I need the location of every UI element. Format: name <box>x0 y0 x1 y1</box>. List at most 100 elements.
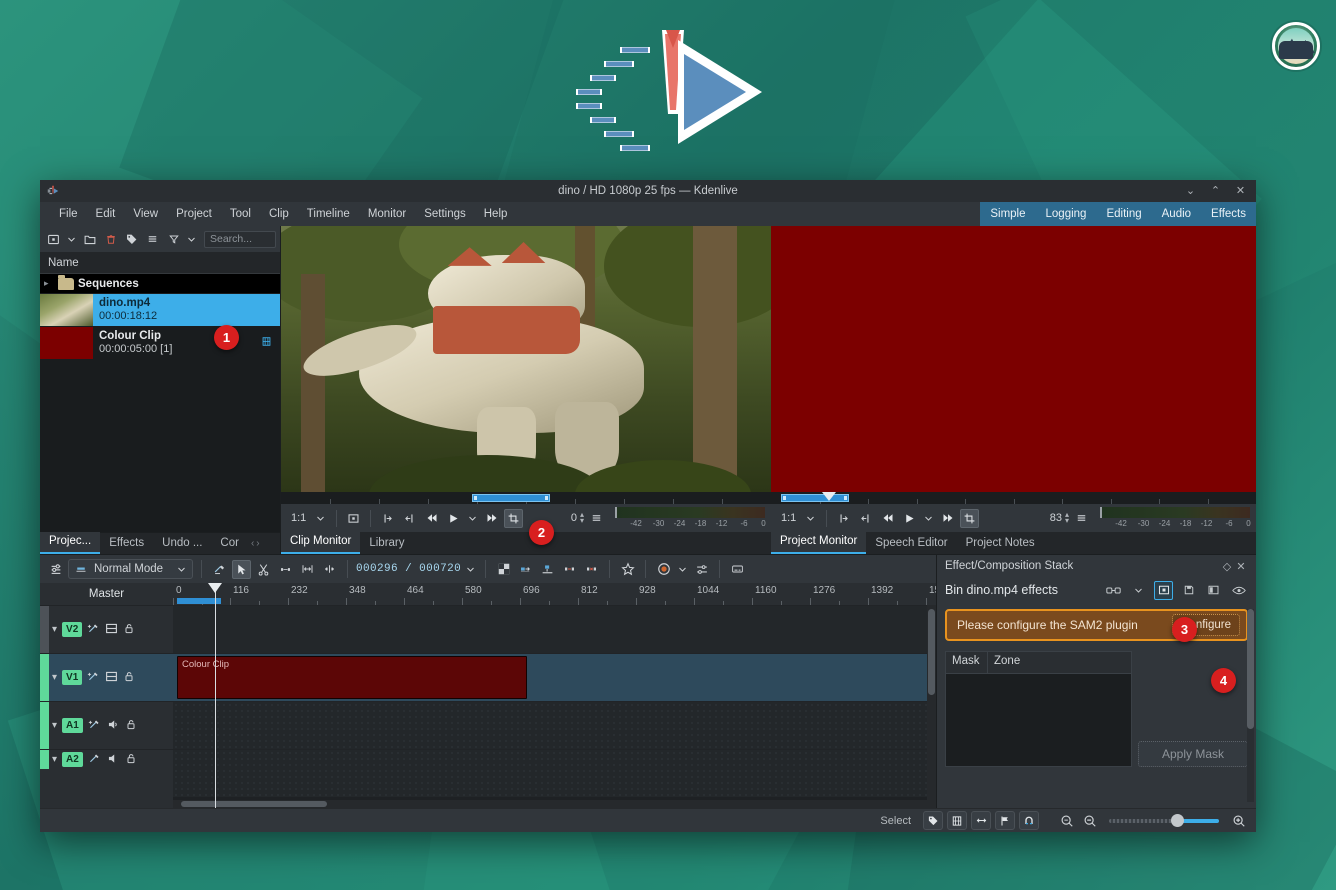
timeline-track-row-v1[interactable]: Colour Clip <box>173 653 936 701</box>
chevron-down-icon[interactable] <box>177 565 186 574</box>
chevron-down-icon[interactable] <box>185 230 198 249</box>
set-zone-in-icon[interactable] <box>834 509 853 528</box>
chevron-down-icon[interactable]: ▾ <box>52 672 57 683</box>
chevron-down-icon[interactable] <box>316 514 325 523</box>
save-effect-stack-icon[interactable] <box>1179 581 1198 600</box>
spin-arrows-icon[interactable]: ▴▾ <box>580 512 584 524</box>
eye-icon[interactable] <box>1229 581 1248 600</box>
chevron-down-icon[interactable] <box>466 509 479 528</box>
snap-magnet-icon[interactable] <box>1019 811 1039 830</box>
timeline-track-row-a2[interactable] <box>173 749 936 797</box>
playhead-handle[interactable] <box>208 583 222 593</box>
workspace-simple[interactable]: Simple <box>980 202 1035 226</box>
mute-icon[interactable] <box>106 752 120 768</box>
hamburger-menu-icon[interactable] <box>587 509 606 528</box>
play-icon[interactable] <box>444 509 463 528</box>
tab-project-monitor[interactable]: Project Monitor <box>771 531 866 554</box>
extract-zone-icon[interactable] <box>560 560 579 579</box>
maximize-button[interactable]: ⌃ <box>1210 186 1221 197</box>
scrollbar-thumb[interactable] <box>1247 609 1254 729</box>
lock-icon[interactable] <box>123 670 135 686</box>
hamburger-menu-icon[interactable] <box>1072 509 1091 528</box>
tab-compositions[interactable]: Cor <box>211 533 248 554</box>
menu-help[interactable]: Help <box>475 202 517 226</box>
composite-icon[interactable] <box>105 622 118 638</box>
audio-mixer-icon[interactable] <box>692 560 711 579</box>
tag-icon[interactable] <box>122 230 141 249</box>
close-icon[interactable]: ✕ <box>1234 560 1248 573</box>
forward-icon[interactable] <box>938 509 957 528</box>
crop-icon[interactable] <box>960 509 979 528</box>
bin-folder-sequences[interactable]: ▸ Sequences <box>40 274 280 293</box>
clip-monitor-zoom-selector[interactable]: 1:1 <box>287 512 329 524</box>
effects-icon[interactable] <box>87 622 100 638</box>
fit-zoom-icon[interactable] <box>1057 811 1076 830</box>
delete-icon[interactable] <box>101 230 120 249</box>
marker-flag-icon[interactable] <box>995 811 1015 830</box>
chevron-down-icon[interactable] <box>1129 581 1148 600</box>
mute-icon[interactable] <box>106 718 120 734</box>
timeline-vertical-scrollbar[interactable] <box>927 605 936 808</box>
tab-effects[interactable]: Effects <box>100 533 153 554</box>
close-button[interactable]: ✕ <box>1235 186 1246 197</box>
menu-clip[interactable]: Clip <box>260 202 298 226</box>
crop-icon[interactable] <box>504 509 523 528</box>
insert-zone-icon[interactable] <box>516 560 535 579</box>
monitor-zone-bar[interactable] <box>472 494 550 502</box>
ripple-tool-icon[interactable] <box>298 560 317 579</box>
set-zone-out-icon[interactable] <box>400 509 419 528</box>
timeline-tracks-area[interactable]: 0 116 232 348 464 580 696 812 928 1044 1… <box>173 583 936 808</box>
workspace-editing[interactable]: Editing <box>1096 202 1151 226</box>
zoom-out-icon[interactable] <box>1080 811 1099 830</box>
tab-library[interactable]: Library <box>360 533 413 554</box>
tag-icon[interactable] <box>923 811 943 830</box>
user-avatar[interactable] <box>1272 22 1320 70</box>
menu-settings[interactable]: Settings <box>415 202 475 226</box>
tab-speech-editor[interactable]: Speech Editor <box>866 533 956 554</box>
chevron-down-icon[interactable]: ▾ <box>52 720 57 731</box>
lock-icon[interactable] <box>123 622 135 638</box>
workspace-effects[interactable]: Effects <box>1201 202 1256 226</box>
set-zone-out-icon[interactable] <box>856 509 875 528</box>
lift-zone-icon[interactable] <box>582 560 601 579</box>
chevron-down-icon[interactable]: ▾ <box>52 624 57 635</box>
edit-mode-icon[interactable] <box>210 560 229 579</box>
scrollbar-thumb[interactable] <box>181 801 327 807</box>
track-header-v2[interactable]: ▾ V2 <box>40 605 173 653</box>
tab-clip-monitor[interactable]: Clip Monitor <box>281 531 360 554</box>
resize-icon[interactable] <box>971 811 991 830</box>
list-view-icon[interactable] <box>143 230 162 249</box>
effect-zone-button[interactable] <box>1154 581 1173 600</box>
rewind-icon[interactable] <box>422 509 441 528</box>
apply-mask-button[interactable]: Apply Mask <box>1138 741 1248 767</box>
overwrite-zone-icon[interactable] <box>538 560 557 579</box>
minimize-button[interactable]: ⌄ <box>1185 186 1196 197</box>
chevron-down-icon[interactable]: ▾ <box>52 754 57 765</box>
star-icon[interactable] <box>618 560 637 579</box>
forward-icon[interactable] <box>482 509 501 528</box>
slip-tool-icon[interactable] <box>320 560 339 579</box>
zoom-in-icon[interactable] <box>1229 811 1248 830</box>
mask-table[interactable]: Mask Zone <box>945 651 1132 767</box>
tab-project-notes[interactable]: Project Notes <box>957 533 1044 554</box>
timeline-settings-icon[interactable] <box>46 560 65 579</box>
chevron-down-icon[interactable] <box>922 509 935 528</box>
spacer-tool-icon[interactable] <box>276 560 295 579</box>
timeline-ruler[interactable]: 0 116 232 348 464 580 696 812 928 1044 1… <box>173 583 936 605</box>
keyframe-link-icon[interactable] <box>1104 581 1123 600</box>
clip-monitor-seekbar[interactable] <box>281 492 771 504</box>
menu-edit[interactable]: Edit <box>87 202 125 226</box>
menu-project[interactable]: Project <box>167 202 221 226</box>
project-monitor-video[interactable] <box>771 226 1256 492</box>
bin-clip-colour[interactable]: Colour Clip 00:00:05:00 [1] <box>40 327 280 359</box>
spin-arrows-icon[interactable]: ▴▾ <box>1065 512 1069 524</box>
tab-scroll-right-button[interactable]: › <box>256 533 259 554</box>
project-monitor-volume[interactable]: 83 ▴▾ <box>1050 512 1069 524</box>
set-zone-in-icon[interactable] <box>378 509 397 528</box>
timeline-playhead[interactable] <box>215 583 216 808</box>
menu-view[interactable]: View <box>124 202 167 226</box>
effects-icon[interactable] <box>88 752 101 768</box>
bin-clip-list[interactable]: ▸ Sequences dino.mp4 00:00:18:12 Colour … <box>40 274 280 532</box>
tab-project-bin[interactable]: Projec... <box>40 531 100 554</box>
float-dock-icon[interactable]: ◇ <box>1220 560 1234 573</box>
